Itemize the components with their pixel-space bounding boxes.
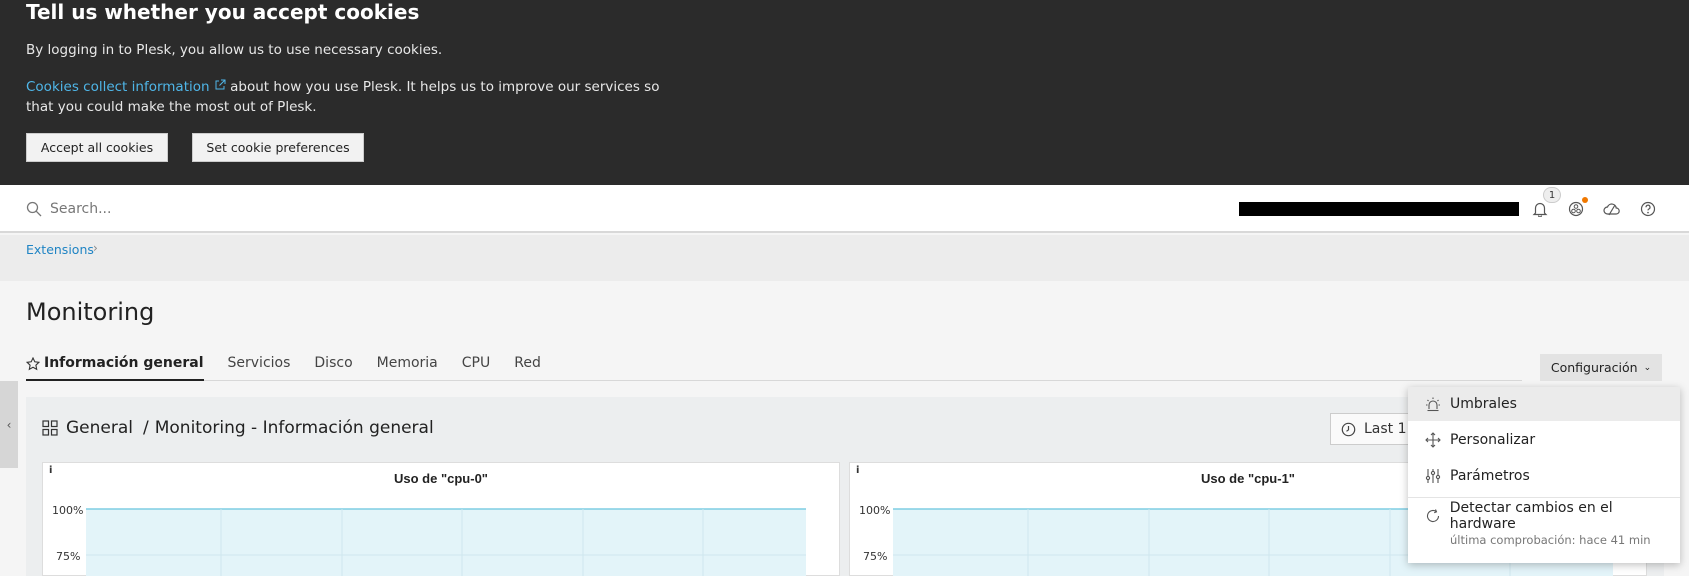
tab-disco[interactable]: Disco — [314, 355, 352, 381]
tab-memoria[interactable]: Memoria — [377, 355, 438, 381]
cookie-preferences-button[interactable]: Set cookie preferences — [192, 133, 364, 162]
tab-cpu[interactable]: CPU — [462, 355, 490, 381]
tab-informacion-general[interactable]: Información general — [26, 355, 204, 381]
clock-icon — [1341, 422, 1356, 436]
notification-badge: 1 — [1543, 187, 1561, 203]
sidebar-toggle[interactable]: ‹ — [0, 381, 18, 468]
breadcrumb-band — [0, 235, 1689, 281]
menu-item-personalizar[interactable]: Personalizar — [1408, 423, 1680, 457]
y-tick-label: 75% — [863, 550, 888, 563]
configuration-button[interactable]: Configuración ⌄ — [1540, 354, 1662, 381]
breadcrumb-chevron-icon: › — [93, 241, 98, 255]
y-tick-label: 75% — [56, 550, 81, 563]
cookie-info-link[interactable]: Cookies collect information — [26, 79, 226, 95]
page-title: Monitoring — [26, 298, 155, 326]
chevron-left-icon: ‹ — [6, 417, 12, 432]
y-tick-label: 100% — [859, 504, 891, 517]
tab-red[interactable]: Red — [514, 355, 541, 381]
refresh-icon — [1424, 507, 1442, 525]
menu-separator — [1408, 497, 1680, 498]
dashboard-name[interactable]: Monitoring - Información general — [155, 418, 434, 438]
sliders-icon — [1424, 467, 1442, 485]
alert-dot — [1582, 197, 1588, 203]
tab-bar: Información general Servicios Disco Memo… — [26, 355, 565, 381]
dashboard-title: General / Monitoring - Información gener… — [42, 418, 434, 438]
accept-cookies-button[interactable]: Accept all cookies — [26, 133, 168, 162]
star-icon — [26, 357, 40, 371]
menu-item-detectar-hardware[interactable]: Detectar cambios en el hardware — [1408, 500, 1680, 532]
last-check-note: última comprobación: hace 41 min — [1450, 533, 1651, 547]
redacted-user-info — [1239, 202, 1519, 216]
tab-servicios[interactable]: Servicios — [228, 355, 291, 381]
chevron-down-icon: ⌄ — [1643, 362, 1652, 373]
cookie-text-2: Cookies collect information about how yo… — [26, 77, 686, 117]
dashboard-grid-icon — [42, 420, 58, 436]
dashboard-folder[interactable]: General — [66, 418, 133, 438]
dashboard-separator: / — [143, 418, 149, 438]
panel-title[interactable]: Uso de "cpu-0" — [43, 471, 839, 486]
search-box[interactable] — [26, 198, 426, 220]
breadcrumb-extensions[interactable]: Extensions — [26, 242, 94, 257]
search-icon — [26, 201, 42, 217]
cloud-icon[interactable] — [1602, 199, 1622, 219]
alarm-icon — [1424, 395, 1442, 413]
cookie-text-1: By logging in to Plesk, you allow us to … — [26, 42, 443, 58]
cookie-banner: Tell us whether you accept cookies By lo… — [0, 0, 1689, 185]
chart-area — [86, 509, 806, 576]
y-tick-label: 100% — [52, 504, 84, 517]
configuration-menu: Umbrales Personalizar Parámetros Detecta… — [1408, 387, 1680, 563]
menu-item-umbrales[interactable]: Umbrales — [1408, 387, 1680, 421]
menu-item-parametros[interactable]: Parámetros — [1408, 459, 1680, 493]
help-icon[interactable] — [1638, 199, 1658, 219]
cookie-title: Tell us whether you accept cookies — [26, 0, 420, 24]
search-input[interactable] — [50, 201, 410, 217]
cpu0-panel: i Uso de "cpu-0" 100% 75% — [42, 462, 840, 576]
move-icon — [1424, 431, 1442, 449]
external-link-icon — [215, 79, 226, 90]
